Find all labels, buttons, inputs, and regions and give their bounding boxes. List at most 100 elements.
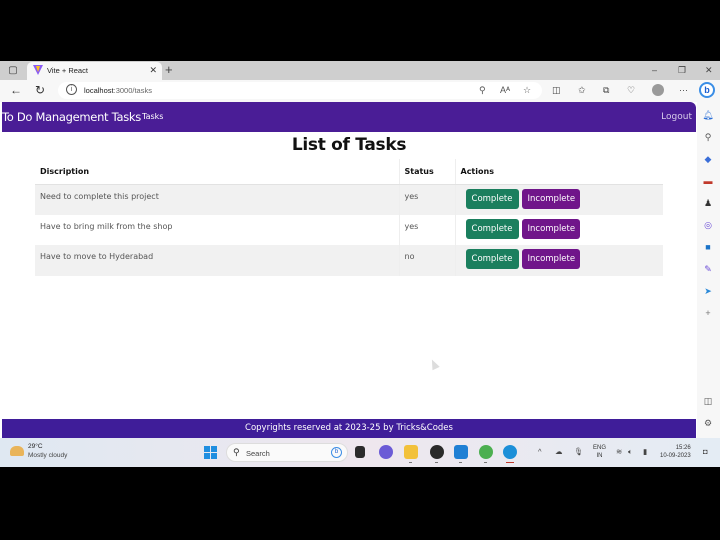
favorite-star-icon[interactable]: ☆: [523, 85, 531, 96]
taskbar-search[interactable]: ⚲ Search b: [226, 443, 348, 462]
mouse-cursor-icon: [428, 357, 440, 371]
site-info-icon[interactable]: i: [66, 84, 77, 95]
tab-title: Vite + React: [47, 66, 88, 75]
desktop-screen: ▢ Vite + React ✕ + – ❐ ✕ ← ↻ i localhost…: [0, 61, 720, 467]
tab-actions-icon[interactable]: ▢: [6, 64, 20, 77]
task-status: yes: [398, 214, 455, 245]
complete-button[interactable]: Complete: [465, 188, 519, 209]
more-icon[interactable]: ···: [679, 84, 688, 96]
bell-icon[interactable]: 🔔︎: [702, 109, 714, 121]
clock-date: 10-09-2023: [660, 453, 691, 459]
search-icon[interactable]: ⚲: [702, 131, 714, 143]
close-window-icon[interactable]: ✕: [705, 64, 713, 76]
toolbox-icon[interactable]: ▬: [702, 175, 714, 187]
bing-icon[interactable]: b: [331, 447, 342, 458]
split-screen-icon[interactable]: ◫: [552, 84, 561, 96]
task-status: yes: [398, 184, 455, 215]
task-actions: Complete Incomplete: [454, 214, 663, 245]
file-explorer-icon[interactable]: [355, 446, 365, 458]
show-hidden-icons-icon[interactable]: ^: [538, 447, 542, 457]
weather-cloud-icon[interactable]: [10, 446, 24, 456]
add-icon[interactable]: +: [702, 307, 714, 319]
close-tab-icon[interactable]: ✕: [149, 65, 157, 75]
address-bar[interactable]: i localhost:3000/tasks ⚲ Aᴬ ☆: [58, 82, 542, 99]
vscode-icon[interactable]: [454, 445, 468, 459]
teams-chat-icon[interactable]: [379, 445, 393, 459]
header-actions: Actions: [454, 159, 663, 185]
back-icon[interactable]: ←: [10, 83, 22, 98]
weather-condition[interactable]: Mostly cloudy: [28, 452, 67, 459]
notification-icon[interactable]: ◘: [703, 447, 708, 457]
battery-icon[interactable]: ▮: [643, 447, 647, 457]
table-row: Need to complete this project yes Comple…: [35, 184, 663, 215]
logout-link[interactable]: Logout: [661, 112, 692, 122]
header-status: Status: [398, 159, 455, 185]
sidebar-toggle-icon[interactable]: ◫: [702, 395, 714, 407]
app-running-indicator: [484, 462, 487, 463]
app-brand[interactable]: To Do Management Tasks: [2, 110, 141, 124]
favorites-icon[interactable]: ✩: [578, 84, 586, 96]
browser-tab-active[interactable]: Vite + React ✕: [27, 62, 162, 80]
minimize-icon[interactable]: –: [652, 64, 657, 76]
read-aloud-icon[interactable]: Aᴬ: [500, 85, 510, 96]
browser-tab-strip: ▢ Vite + React ✕ + – ❐ ✕: [0, 61, 720, 80]
nav-link-tasks[interactable]: Tasks: [142, 112, 163, 121]
edge-sidebar: 🔔︎ ⚲ ◆ ▬ ♟ ◎ ■ ✎ ➤ + ◫ ⚙: [697, 102, 720, 438]
table-header-row: Discription Status Actions: [35, 159, 663, 185]
task-actions: Complete Incomplete: [454, 184, 663, 215]
region-code: IN: [596, 453, 603, 459]
start-windows-icon[interactable]: [204, 446, 217, 459]
green-app-icon[interactable]: [479, 445, 493, 459]
header-description: Discription: [35, 159, 399, 185]
task-description: Have to move to Hyderabad: [35, 245, 399, 276]
app-footer: Copyrights reserved at 2023-25 by Tricks…: [2, 419, 696, 438]
active-app-indicator: [506, 462, 514, 463]
bing-copilot-icon[interactable]: b: [699, 82, 715, 98]
collections-icon[interactable]: ⧉: [603, 84, 609, 96]
browser-essentials-icon[interactable]: ♡: [627, 84, 635, 96]
key-icon[interactable]: ⚲: [479, 85, 486, 96]
incomplete-button[interactable]: Incomplete: [521, 249, 580, 269]
restore-icon[interactable]: ❐: [678, 64, 686, 76]
office-icon[interactable]: ◎: [702, 219, 714, 231]
shopping-tag-icon[interactable]: ◆: [702, 153, 714, 165]
microphone-icon[interactable]: 🎙︎: [574, 447, 584, 457]
task-status: no: [398, 245, 455, 276]
designer-icon[interactable]: ✎: [702, 263, 714, 275]
incomplete-button[interactable]: Incomplete: [521, 188, 580, 209]
folder-icon[interactable]: [404, 445, 418, 459]
new-tab-button[interactable]: +: [165, 63, 173, 77]
complete-button[interactable]: Complete: [465, 218, 519, 239]
profile-icon[interactable]: [652, 84, 664, 96]
page-title: List of Tasks: [291, 135, 407, 155]
chess-icon[interactable]: ♟: [702, 197, 714, 209]
system-clock[interactable]: 15:26 10-09-2023: [660, 444, 691, 460]
language-code: ENG: [593, 445, 607, 451]
refresh-icon[interactable]: ↻: [35, 83, 45, 98]
search-icon: ⚲: [233, 447, 240, 457]
app-running-indicator: [435, 462, 438, 463]
vite-icon: [33, 65, 43, 75]
outlook-icon[interactable]: ■: [702, 241, 714, 253]
table-row: Have to move to Hyderabad no Complete Inc…: [35, 245, 663, 276]
incomplete-button[interactable]: Incomplete: [521, 218, 580, 239]
send-icon[interactable]: ➤: [702, 285, 714, 297]
browser-toolbar: ← ↻ i localhost:3000/tasks ⚲ Aᴬ ☆ ◫ ✩ ⧉ …: [0, 80, 720, 102]
edge-icon[interactable]: [503, 445, 517, 459]
clock-time: 15:26: [675, 445, 691, 451]
obs-icon[interactable]: [430, 445, 444, 459]
windows-taskbar: 29°C Mostly cloudy ⚲ Search b ^ ☁ 🎙︎ ENG…: [0, 438, 720, 467]
settings-icon[interactable]: ⚙: [702, 417, 714, 429]
task-description: Need to complete this project: [35, 184, 399, 215]
address-url[interactable]: localhost:3000/tasks: [84, 86, 152, 95]
input-language[interactable]: ENG IN: [593, 444, 606, 460]
table-row: Have to bring milk from the shop yes Com…: [35, 214, 663, 245]
taskbar-search-label: Search: [246, 449, 270, 458]
wifi-icon[interactable]: ≋: [616, 447, 622, 457]
cloud-sync-icon[interactable]: ☁: [555, 447, 563, 457]
volume-icon[interactable]: 🔈︎: [628, 447, 633, 457]
task-actions: Complete Incomplete: [454, 245, 663, 276]
complete-button[interactable]: Complete: [465, 249, 519, 269]
weather-temperature[interactable]: 29°C: [28, 443, 43, 450]
app-running-indicator: [409, 462, 412, 463]
